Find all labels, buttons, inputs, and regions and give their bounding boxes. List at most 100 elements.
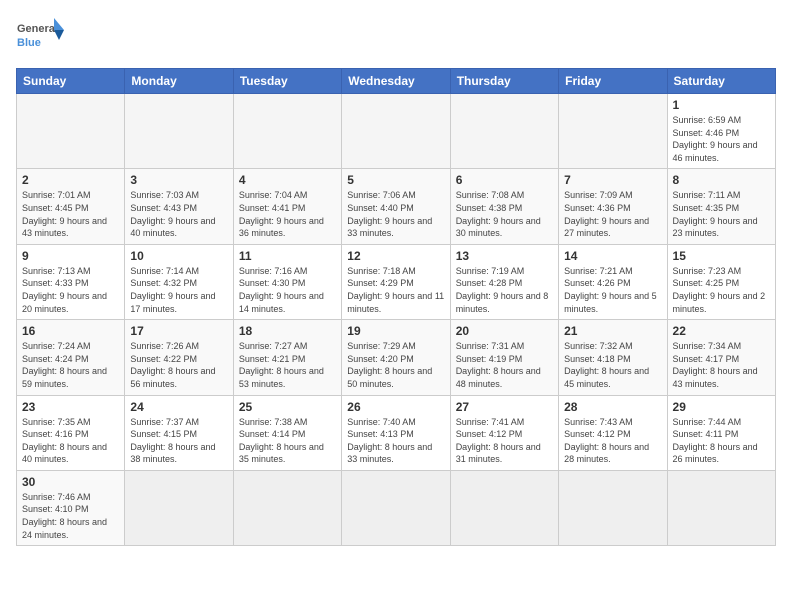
day-info: Sunrise: 7:19 AM Sunset: 4:28 PM Dayligh… — [456, 265, 553, 315]
day-number: 1 — [673, 98, 770, 112]
day-info: Sunrise: 7:13 AM Sunset: 4:33 PM Dayligh… — [22, 265, 119, 315]
day-info: Sunrise: 7:01 AM Sunset: 4:45 PM Dayligh… — [22, 189, 119, 239]
calendar-day-cell: 11Sunrise: 7:16 AM Sunset: 4:30 PM Dayli… — [233, 244, 341, 319]
calendar-day-cell — [125, 94, 233, 169]
calendar-day-cell — [342, 94, 450, 169]
calendar-day-cell: 10Sunrise: 7:14 AM Sunset: 4:32 PM Dayli… — [125, 244, 233, 319]
calendar-day-cell: 22 Sunrise: 7:34 AM Sunset: 4:17 PM Dayli… — [667, 320, 775, 395]
calendar-day-header: Sunday — [17, 69, 125, 94]
calendar-day-cell: 6Sunrise: 7:08 AM Sunset: 4:38 PM Daylig… — [450, 169, 558, 244]
calendar-week-row: 9 Sunrise: 7:13 AM Sunset: 4:33 PM Daylig… — [17, 244, 776, 319]
calendar-day-cell: 24 Sunrise: 7:37 AM Sunset: 4:15 PM Dayli… — [125, 395, 233, 470]
day-number: 25 — [239, 400, 336, 414]
calendar-day-cell: 25 Sunrise: 7:38 AM Sunset: 4:14 PM Dayli… — [233, 395, 341, 470]
day-number: 5 — [347, 173, 444, 187]
calendar-day-cell: 9 Sunrise: 7:13 AM Sunset: 4:33 PM Daylig… — [17, 244, 125, 319]
day-number: 27 — [456, 400, 553, 414]
day-info: Sunrise: 7:27 AM Sunset: 4:21 PM Dayligh… — [239, 340, 336, 390]
day-info: Sunrise: 7:03 AM Sunset: 4:43 PM Dayligh… — [130, 189, 227, 239]
calendar-day-cell — [233, 94, 341, 169]
calendar-day-cell: 2Sunrise: 7:01 AM Sunset: 4:45 PM Daylig… — [17, 169, 125, 244]
day-info: Sunrise: 7:38 AM Sunset: 4:14 PM Dayligh… — [239, 416, 336, 466]
calendar-day-cell: 7 Sunrise: 7:09 AM Sunset: 4:36 PM Daylig… — [559, 169, 667, 244]
day-info: Sunrise: 7:32 AM Sunset: 4:18 PM Dayligh… — [564, 340, 661, 390]
day-number: 17 — [130, 324, 227, 338]
day-info: Sunrise: 7:18 AM Sunset: 4:29 PM Dayligh… — [347, 265, 444, 315]
calendar-week-row: 1 Sunrise: 6:59 AM Sunset: 4:46 PM Daylig… — [17, 94, 776, 169]
calendar-day-cell: 19Sunrise: 7:29 AM Sunset: 4:20 PM Dayli… — [342, 320, 450, 395]
calendar-week-row: 23Sunrise: 7:35 AM Sunset: 4:16 PM Dayli… — [17, 395, 776, 470]
day-info: Sunrise: 7:29 AM Sunset: 4:20 PM Dayligh… — [347, 340, 444, 390]
calendar-day-cell — [125, 470, 233, 545]
calendar-day-cell: 23Sunrise: 7:35 AM Sunset: 4:16 PM Dayli… — [17, 395, 125, 470]
day-number: 15 — [673, 249, 770, 263]
calendar-day-cell — [450, 94, 558, 169]
day-number: 14 — [564, 249, 661, 263]
day-number: 8 — [673, 173, 770, 187]
calendar-day-cell — [667, 470, 775, 545]
calendar-day-header: Wednesday — [342, 69, 450, 94]
calendar-day-cell: 17 Sunrise: 7:26 AM Sunset: 4:22 PM Dayli… — [125, 320, 233, 395]
day-number: 24 — [130, 400, 227, 414]
calendar-day-cell: 18 Sunrise: 7:27 AM Sunset: 4:21 PM Dayli… — [233, 320, 341, 395]
day-number: 4 — [239, 173, 336, 187]
day-number: 7 — [564, 173, 661, 187]
calendar-day-header: Tuesday — [233, 69, 341, 94]
day-info: Sunrise: 7:06 AM Sunset: 4:40 PM Dayligh… — [347, 189, 444, 239]
calendar-day-cell: 13 Sunrise: 7:19 AM Sunset: 4:28 PM Dayli… — [450, 244, 558, 319]
calendar-table: SundayMondayTuesdayWednesdayThursdayFrid… — [16, 68, 776, 546]
logo: General Blue — [16, 16, 66, 58]
day-info: Sunrise: 7:35 AM Sunset: 4:16 PM Dayligh… — [22, 416, 119, 466]
calendar-day-cell: 5 Sunrise: 7:06 AM Sunset: 4:40 PM Daylig… — [342, 169, 450, 244]
day-info: Sunrise: 7:09 AM Sunset: 4:36 PM Dayligh… — [564, 189, 661, 239]
logo-svg: General Blue — [16, 16, 66, 58]
calendar-body: 1 Sunrise: 6:59 AM Sunset: 4:46 PM Daylig… — [17, 94, 776, 546]
calendar-day-cell — [233, 470, 341, 545]
day-info: Sunrise: 7:34 AM Sunset: 4:17 PM Dayligh… — [673, 340, 770, 390]
day-number: 9 — [22, 249, 119, 263]
day-number: 22 — [673, 324, 770, 338]
day-number: 28 — [564, 400, 661, 414]
day-info: Sunrise: 7:16 AM Sunset: 4:30 PM Dayligh… — [239, 265, 336, 315]
svg-text:Blue: Blue — [17, 37, 41, 49]
day-number: 13 — [456, 249, 553, 263]
calendar-day-header: Friday — [559, 69, 667, 94]
day-number: 18 — [239, 324, 336, 338]
calendar-day-cell: 8 Sunrise: 7:11 AM Sunset: 4:35 PM Daylig… — [667, 169, 775, 244]
day-info: Sunrise: 7:26 AM Sunset: 4:22 PM Dayligh… — [130, 340, 227, 390]
calendar-day-cell: 26Sunrise: 7:40 AM Sunset: 4:13 PM Dayli… — [342, 395, 450, 470]
day-info: Sunrise: 7:46 AM Sunset: 4:10 PM Dayligh… — [22, 491, 119, 541]
calendar-day-cell: 15 Sunrise: 7:23 AM Sunset: 4:25 PM Dayli… — [667, 244, 775, 319]
day-info: Sunrise: 7:11 AM Sunset: 4:35 PM Dayligh… — [673, 189, 770, 239]
day-info: Sunrise: 7:31 AM Sunset: 4:19 PM Dayligh… — [456, 340, 553, 390]
day-info: Sunrise: 7:21 AM Sunset: 4:26 PM Dayligh… — [564, 265, 661, 315]
day-info: Sunrise: 7:23 AM Sunset: 4:25 PM Dayligh… — [673, 265, 770, 315]
day-info: Sunrise: 7:14 AM Sunset: 4:32 PM Dayligh… — [130, 265, 227, 315]
day-info: Sunrise: 7:43 AM Sunset: 4:12 PM Dayligh… — [564, 416, 661, 466]
calendar-day-cell: 28 Sunrise: 7:43 AM Sunset: 4:12 PM Dayli… — [559, 395, 667, 470]
day-info: Sunrise: 6:59 AM Sunset: 4:46 PM Dayligh… — [673, 114, 770, 164]
svg-text:General: General — [17, 23, 58, 35]
day-number: 16 — [22, 324, 119, 338]
day-number: 20 — [456, 324, 553, 338]
day-number: 21 — [564, 324, 661, 338]
day-number: 29 — [673, 400, 770, 414]
page-header: General Blue — [16, 16, 776, 58]
calendar-week-row: 2Sunrise: 7:01 AM Sunset: 4:45 PM Daylig… — [17, 169, 776, 244]
day-number: 3 — [130, 173, 227, 187]
calendar-header-row: SundayMondayTuesdayWednesdayThursdayFrid… — [17, 69, 776, 94]
day-info: Sunrise: 7:40 AM Sunset: 4:13 PM Dayligh… — [347, 416, 444, 466]
day-info: Sunrise: 7:37 AM Sunset: 4:15 PM Dayligh… — [130, 416, 227, 466]
calendar-day-cell: 16 Sunrise: 7:24 AM Sunset: 4:24 PM Dayli… — [17, 320, 125, 395]
calendar-week-row: 16 Sunrise: 7:24 AM Sunset: 4:24 PM Dayli… — [17, 320, 776, 395]
calendar-day-cell — [559, 470, 667, 545]
day-info: Sunrise: 7:44 AM Sunset: 4:11 PM Dayligh… — [673, 416, 770, 466]
calendar-day-cell: 3 Sunrise: 7:03 AM Sunset: 4:43 PM Daylig… — [125, 169, 233, 244]
calendar-day-cell: 29 Sunrise: 7:44 AM Sunset: 4:11 PM Dayli… — [667, 395, 775, 470]
day-number: 6 — [456, 173, 553, 187]
day-info: Sunrise: 7:24 AM Sunset: 4:24 PM Dayligh… — [22, 340, 119, 390]
calendar-day-cell — [559, 94, 667, 169]
calendar-day-cell — [450, 470, 558, 545]
calendar-day-cell: 21 Sunrise: 7:32 AM Sunset: 4:18 PM Dayli… — [559, 320, 667, 395]
day-info: Sunrise: 7:41 AM Sunset: 4:12 PM Dayligh… — [456, 416, 553, 466]
